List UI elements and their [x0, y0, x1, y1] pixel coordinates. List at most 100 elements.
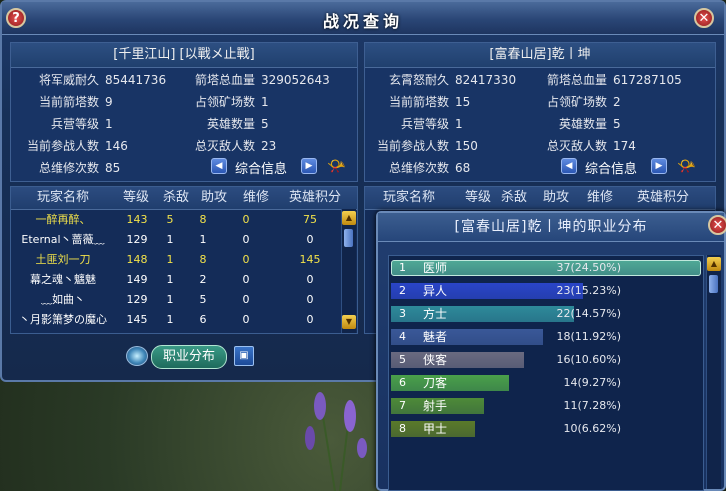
- left-player-table: 玩家名称 等级 杀敌 助攻 维修 英雄积分 一醉再醉、 143 5 8 0 75 Etern…: [10, 186, 358, 334]
- scroll-up-button[interactable]: ▲: [707, 257, 721, 271]
- occupation-name: 刀客: [423, 376, 448, 390]
- popup-scrollbar[interactable]: ▲: [706, 255, 721, 489]
- col-player-name[interactable]: 玩家名称: [37, 187, 89, 209]
- col-level[interactable]: 等级: [465, 187, 491, 209]
- scroll-up-button[interactable]: ▲: [342, 211, 356, 225]
- cell-assists: 1: [199, 233, 207, 246]
- occupation-index: 3: [399, 307, 406, 320]
- table-row[interactable]: ﹏如曲丶 129 1 5 0 0: [11, 291, 339, 309]
- cell-assists: 5: [199, 293, 207, 306]
- cell-assists: 2: [199, 273, 207, 286]
- close-button[interactable]: ✕: [694, 8, 714, 28]
- cell-repairs: 0: [242, 233, 250, 246]
- title-bar[interactable]: ? 战况查询 ✕: [2, 2, 724, 35]
- left-table-scrollbar[interactable]: ▲ ▼: [341, 209, 356, 333]
- stat-label: 总灭敌人数: [194, 139, 255, 153]
- cell-assists: 8: [199, 253, 207, 266]
- stat-value: 617287105: [613, 73, 682, 87]
- occupation-index: 1: [399, 261, 406, 274]
- occupation-bar: [391, 375, 509, 391]
- occupation-name: 医师: [423, 261, 448, 275]
- occupation-count: 10(6.62%): [563, 422, 621, 435]
- cell-repairs: 0: [242, 273, 250, 286]
- stat-label: 英雄数量: [206, 117, 255, 131]
- occupation-list: 1 医师 37(24.50%) 2 异人 23(15.23%) 3 方士 22(14.57%) 4…: [388, 255, 704, 491]
- stat-label: 总灭敌人数: [546, 139, 607, 153]
- occupation-distribution-button[interactable]: 职业分布: [151, 345, 227, 369]
- horn-icon[interactable]: 📯: [327, 157, 346, 175]
- cell-name: 土匪刘一刀: [35, 253, 91, 266]
- cell-name: 丶月影箫梦の魔心: [19, 313, 107, 326]
- save-icon[interactable]: ▣: [234, 346, 254, 366]
- table-row[interactable]: 丶月影箫梦の魔心 145 1 6 0 0: [11, 311, 339, 329]
- stat-value: 5: [261, 117, 269, 131]
- stat-label: 占领矿场数: [194, 95, 255, 109]
- cell-level: 129: [126, 293, 148, 306]
- occupation-count: 22(14.57%): [556, 307, 621, 320]
- cell-level: 145: [126, 313, 148, 326]
- cell-hero-points: 0: [306, 273, 314, 286]
- popup-close-button[interactable]: ✕: [708, 215, 726, 235]
- cell-kills: 1: [166, 273, 174, 286]
- occupation-index: 4: [399, 330, 406, 343]
- stat-value: 5: [613, 117, 621, 131]
- cell-hero-points: 145: [299, 253, 321, 266]
- horn-icon[interactable]: 📯: [677, 157, 696, 175]
- col-assists[interactable]: 助攻: [543, 187, 569, 209]
- left-table-header: 玩家名称 等级 杀敌 助攻 维修 英雄积分: [11, 187, 357, 210]
- occupation-index: 8: [399, 422, 406, 435]
- window-title: 战况查询: [322, 12, 403, 31]
- stat-label: 占领矿场数: [546, 95, 607, 109]
- col-repairs[interactable]: 维修: [587, 187, 613, 209]
- stat-value: 2: [613, 95, 621, 109]
- left-guild-next-button[interactable]: ▶: [301, 158, 317, 174]
- right-guild-prev-button[interactable]: ◀: [561, 158, 577, 174]
- col-kills[interactable]: 杀敌: [501, 187, 527, 209]
- occupation-name: 侠客: [423, 353, 448, 367]
- eye-icon[interactable]: [126, 346, 148, 366]
- cell-hero-points: 0: [306, 233, 314, 246]
- cell-hero-points: 75: [303, 213, 317, 226]
- stat-value: 174: [613, 139, 636, 153]
- occupation-name: 甲士: [423, 422, 448, 436]
- stat-value: 329052643: [261, 73, 330, 87]
- table-row[interactable]: 土匪刘一刀 148 1 8 0 145: [11, 251, 339, 269]
- table-row[interactable]: Eternal丶蔷薇﹏ 129 1 1 0 0: [11, 231, 339, 249]
- right-guild-next-button[interactable]: ▶: [651, 158, 667, 174]
- occupation-count: 37(24.50%): [556, 261, 621, 274]
- occupation-row: 2 异人 23(15.23%): [391, 283, 701, 299]
- right-table-header: 玩家名称 等级 杀敌 助攻 维修 英雄积分: [365, 187, 715, 210]
- occupation-name: 方士: [423, 307, 448, 321]
- left-guild-info-label: 综合信息: [235, 162, 288, 177]
- col-player-name[interactable]: 玩家名称: [383, 187, 435, 209]
- scroll-thumb[interactable]: [344, 229, 353, 247]
- cell-kills: 1: [166, 293, 174, 306]
- scroll-thumb[interactable]: [709, 275, 718, 293]
- col-repairs[interactable]: 维修: [243, 187, 269, 209]
- col-level[interactable]: 等级: [123, 187, 149, 209]
- table-row[interactable]: 幕之魂丶魑魅 149 1 2 0 0: [11, 271, 339, 289]
- col-hero-points[interactable]: 英雄积分: [637, 187, 689, 209]
- table-row[interactable]: 一醉再醉、 143 5 8 0 75: [11, 211, 339, 229]
- cell-level: 129: [126, 233, 148, 246]
- col-kills[interactable]: 杀敌: [163, 187, 189, 209]
- stat-label: 箭塔总血量: [546, 73, 607, 87]
- occupation-index: 2: [399, 284, 406, 297]
- stat-value: 23: [261, 139, 277, 153]
- scroll-down-button[interactable]: ▼: [342, 315, 356, 329]
- occupation-index: 7: [399, 399, 406, 412]
- cell-name: ﹏如曲丶: [41, 293, 85, 306]
- occupation-row: 7 射手 11(7.28%): [391, 398, 701, 414]
- left-guild-prev-button[interactable]: ◀: [211, 158, 227, 174]
- occupation-count: 23(15.23%): [556, 284, 621, 297]
- cell-kills: 5: [166, 213, 174, 226]
- right-guild-info-label: 综合信息: [585, 162, 638, 177]
- cell-level: 149: [126, 273, 148, 286]
- cell-kills: 1: [166, 233, 174, 246]
- occupation-row: 4 魅者 18(11.92%): [391, 329, 701, 345]
- stat-value: 1: [261, 95, 269, 109]
- stat-label: 总维修次数: [38, 161, 99, 175]
- occupation-count: 16(10.60%): [556, 353, 621, 366]
- col-hero-points[interactable]: 英雄积分: [289, 187, 341, 209]
- col-assists[interactable]: 助攻: [201, 187, 227, 209]
